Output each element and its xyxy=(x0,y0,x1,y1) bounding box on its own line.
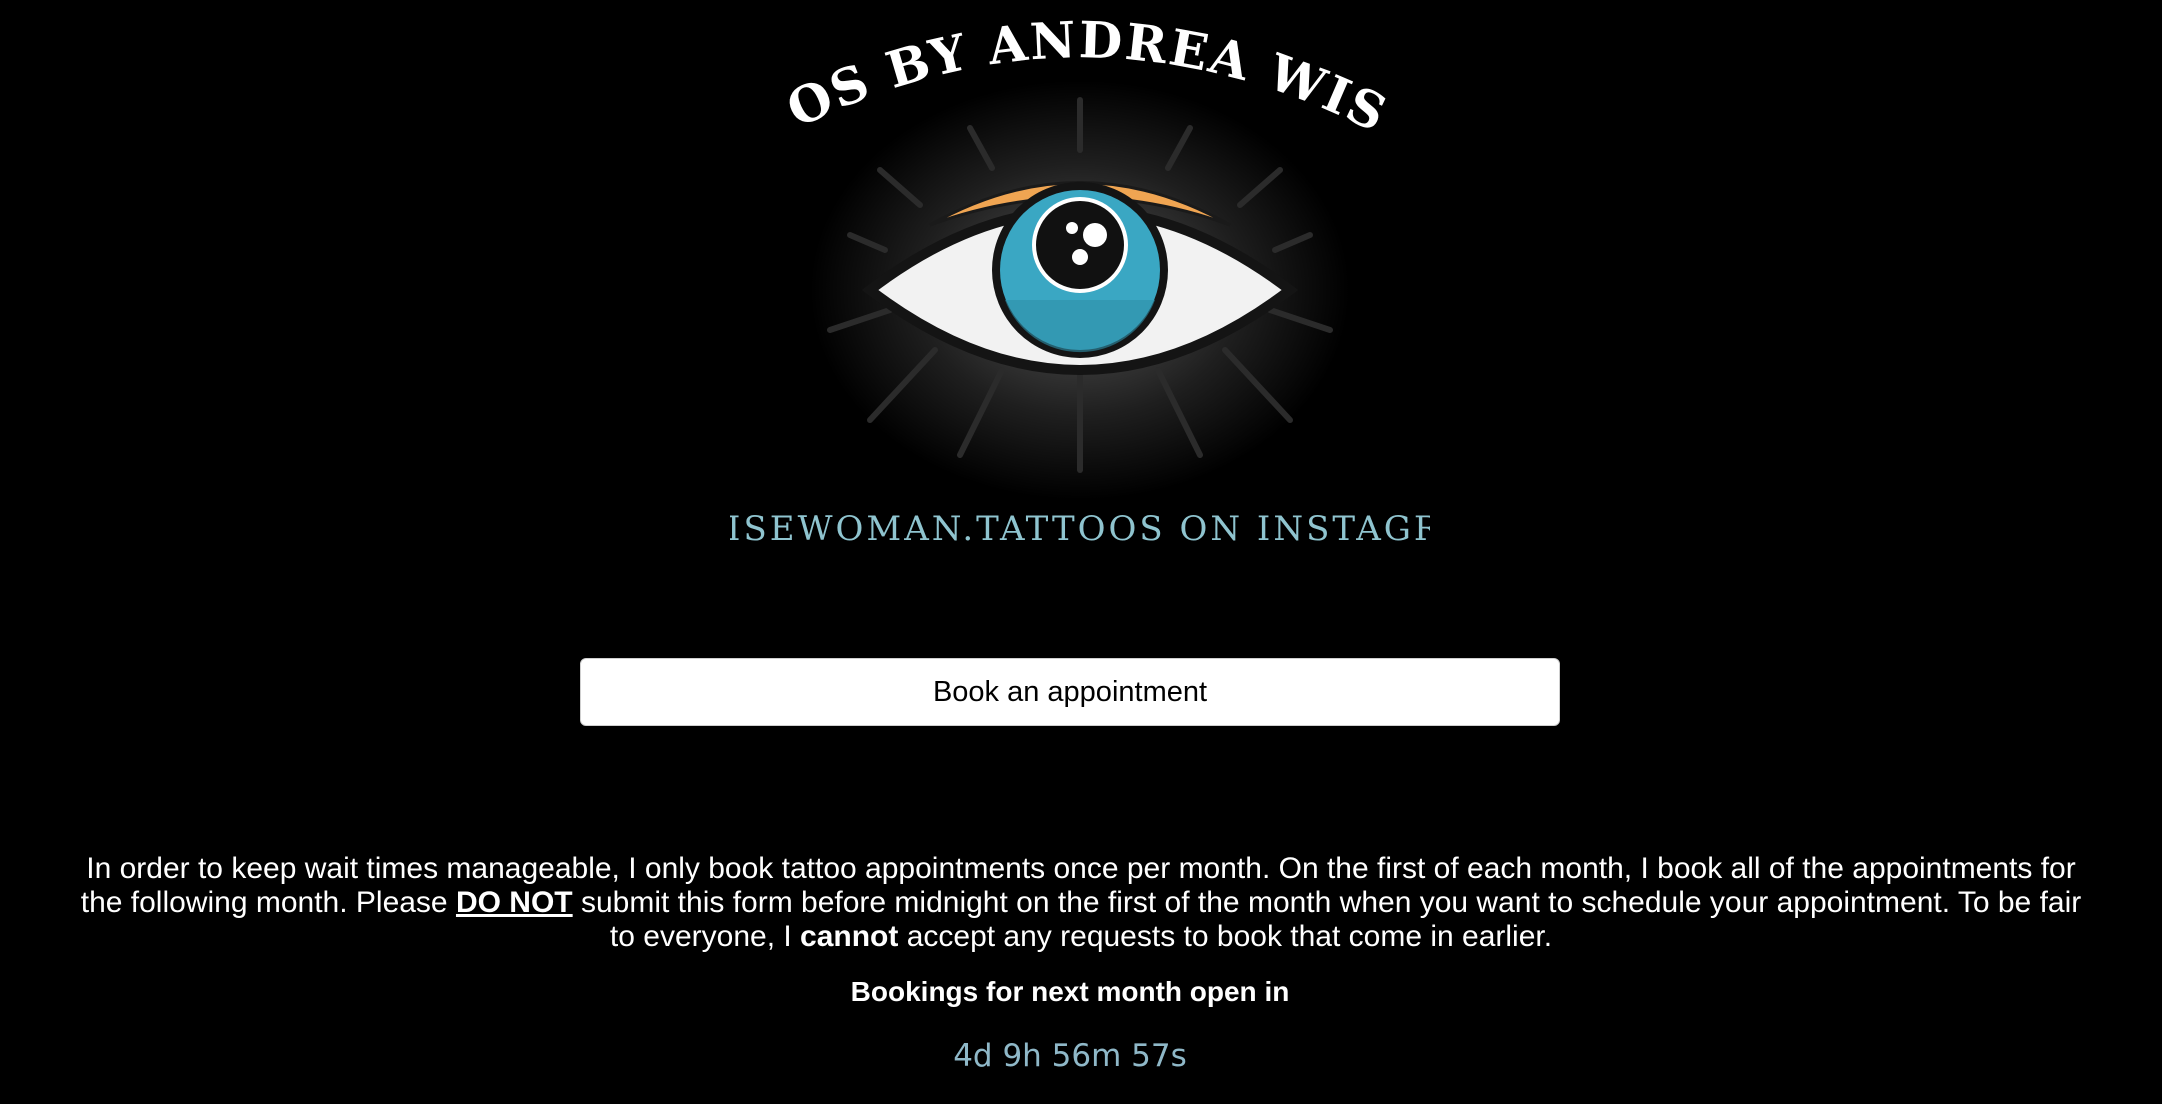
notice-do-not: DO NOT xyxy=(455,886,573,919)
pupil xyxy=(1032,197,1128,293)
notice-text-3: accept any requests to book that come in… xyxy=(898,920,1553,953)
eye-logo-image: TATTOOS BY ANDREA WISEMAN xyxy=(730,0,1430,549)
booking-notice: In order to keep wait times manageable, … xyxy=(80,852,2082,954)
bookings-open-label: Bookings for next month open in xyxy=(850,976,1290,1007)
notice-cannot: cannot xyxy=(800,920,899,953)
countdown-timer: 4d 9h 56m 57s xyxy=(953,1038,1187,1074)
logo: TATTOOS BY ANDREA WISEMAN xyxy=(730,0,1430,580)
instagram-handle: @WISEWOMAN.TATTOOS ON INSTAGRAM xyxy=(730,509,1430,549)
book-appointment-button[interactable]: Book an appointment xyxy=(580,658,1560,726)
